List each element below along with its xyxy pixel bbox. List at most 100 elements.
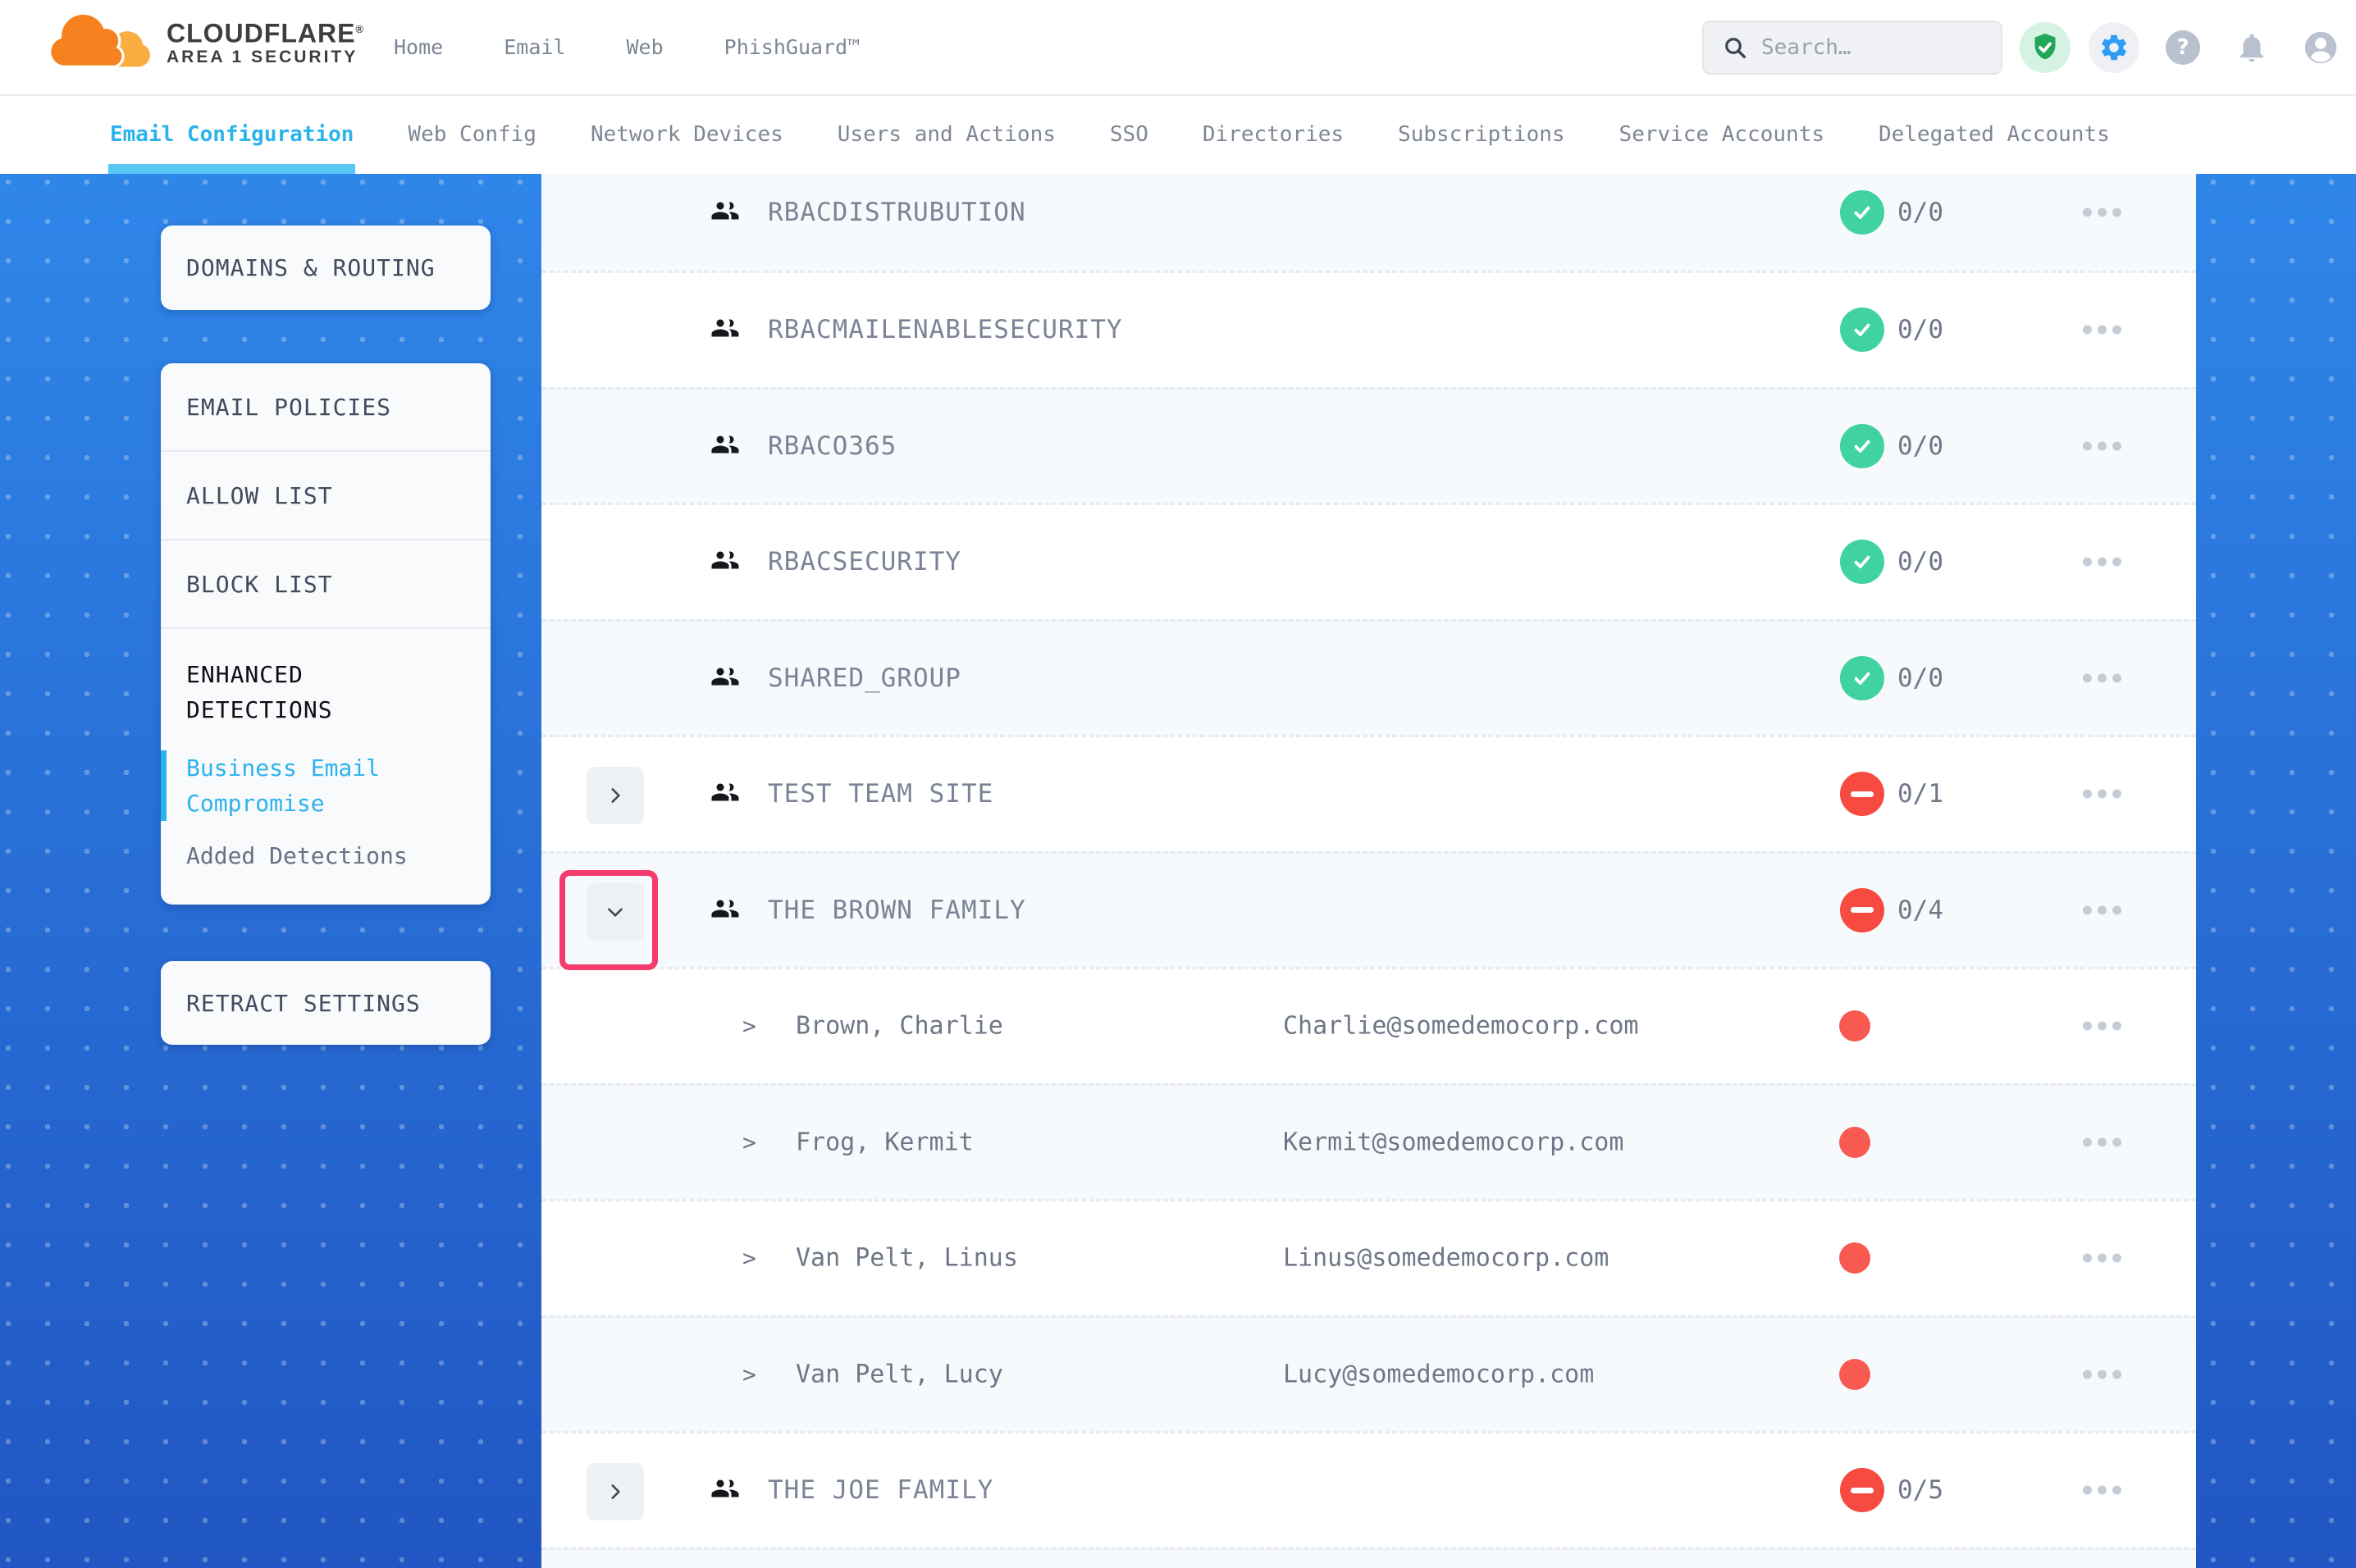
tab-directories[interactable]: Directories xyxy=(1203,94,1344,174)
row-actions-menu-button[interactable] xyxy=(2080,200,2125,226)
status-dot xyxy=(1839,1010,1870,1042)
search-box[interactable] xyxy=(1702,21,2002,75)
table-row: SHARED_GROUP 0/0 xyxy=(541,619,2196,736)
logo-wordmark: CLOUDFLARE xyxy=(167,18,355,48)
group-people-icon xyxy=(710,545,740,578)
sidebar-item-domains-routing[interactable]: DOMAINS & ROUTING xyxy=(161,226,491,310)
config-tabs: Email Configuration Web Config Network Dev… xyxy=(110,94,2110,174)
table-row: RBACDISTRUBUTION0/0 xyxy=(541,174,2196,271)
sidebar-label: ALLOW LIST xyxy=(186,482,333,509)
settings-gear-icon[interactable] xyxy=(2089,22,2139,73)
sidebar-policies-card: EMAIL POLICIES ALLOW LIST BLOCK LIST ENH… xyxy=(161,363,491,905)
primary-nav-item-web[interactable]: Web xyxy=(626,35,663,59)
status-check-badge xyxy=(1840,424,1884,468)
tab-network-devices[interactable]: Network Devices xyxy=(591,94,783,174)
config-tabs-bar: Email Configuration Web Config Network Dev… xyxy=(0,94,2356,174)
row-actions-menu-button[interactable] xyxy=(2080,897,2125,923)
table-row: RBACSECURITY 0/0 xyxy=(541,503,2196,619)
table-row: RBACO3650/0 xyxy=(541,387,2196,504)
app-window: CLOUDFLARE® AREA 1 SECURITY Home Email Web… xyxy=(0,0,2356,1568)
minus-icon xyxy=(1851,1488,1874,1493)
row-actions-menu-button[interactable] xyxy=(2080,782,2125,807)
member-count: 0/0 xyxy=(1897,547,1943,577)
search-icon xyxy=(1722,34,1748,61)
minus-icon xyxy=(1851,791,1874,797)
group-name: SHARED_GROUP xyxy=(768,663,961,693)
group-name: THE JOE FAMILY xyxy=(768,1475,993,1505)
member-count: 0/0 xyxy=(1897,315,1943,344)
sidebar-item-retract-settings[interactable]: RETRACT SETTINGS xyxy=(161,961,491,1045)
sidebar-item-business-email-compromise[interactable]: Business Email Compromise xyxy=(161,750,469,821)
member-count: 0/5 xyxy=(1897,1475,1943,1505)
group-name: RBACMAILENABLESECURITY xyxy=(768,315,1123,344)
sidebar-item-block-list[interactable]: BLOCK LIST xyxy=(161,540,491,629)
member-email: Lucy@somedemocorp.com xyxy=(1283,1360,1594,1388)
tab-delegated-accounts[interactable]: Delegated Accounts xyxy=(1879,94,2110,174)
status-minus-badge xyxy=(1840,772,1884,816)
logo-trademark: ® xyxy=(355,23,364,35)
primary-nav-item-phishguard[interactable]: PhishGuard™ xyxy=(724,35,861,59)
tab-sso[interactable]: SSO xyxy=(1110,94,1148,174)
group-people-icon xyxy=(710,777,740,807)
group-people-icon xyxy=(710,430,740,463)
expand-group-button[interactable] xyxy=(587,1463,644,1520)
group-name: RBACO365 xyxy=(768,431,897,461)
row-actions-menu-button[interactable] xyxy=(2080,317,2125,343)
enhanced-detections-section: ENHANCED DETECTIONS Business Email Compr… xyxy=(161,629,491,869)
row-actions-menu-button[interactable] xyxy=(2080,1246,2125,1271)
group-name: THE BROWN FAMILY xyxy=(768,896,1026,925)
primary-nav-item-home[interactable]: Home xyxy=(394,35,443,59)
group-people-icon xyxy=(710,196,740,226)
member-count: 0/4 xyxy=(1897,896,1943,925)
group-people-icon xyxy=(710,894,740,927)
row-actions-menu-button[interactable] xyxy=(2080,1361,2125,1387)
group-people-icon xyxy=(710,313,740,346)
row-actions-menu-button[interactable] xyxy=(2080,1014,2125,1039)
tab-users-and-actions[interactable]: Users and Actions xyxy=(838,94,1056,174)
status-dot xyxy=(1839,1242,1870,1274)
security-shield-icon[interactable] xyxy=(2020,22,2071,73)
notifications-bell-icon[interactable] xyxy=(2226,22,2277,73)
help-icon[interactable]: ? xyxy=(2157,22,2208,73)
primary-nav-item-email[interactable]: Email xyxy=(504,35,565,59)
member-count: 0/0 xyxy=(1897,663,1943,693)
row-actions-menu-button[interactable] xyxy=(2080,1478,2125,1503)
status-minus-badge xyxy=(1840,888,1884,932)
table-row: RBACMAILENABLESECURITY 0/0 xyxy=(541,271,2196,387)
row-actions-menu-button[interactable] xyxy=(2080,549,2125,575)
member-count: 0/0 xyxy=(1897,198,1943,227)
tab-subscriptions[interactable]: Subscriptions xyxy=(1398,94,1565,174)
header-icon-group: ? xyxy=(2020,0,2346,94)
sidebar-item-allow-list[interactable]: ALLOW LIST xyxy=(161,452,491,540)
tab-service-accounts[interactable]: Service Accounts xyxy=(1619,94,1824,174)
row-actions-menu-button[interactable] xyxy=(2080,1129,2125,1155)
member-chevron-icon: > xyxy=(742,1361,756,1388)
group-people-icon xyxy=(710,1474,740,1506)
sidebar-item-added-detections[interactable]: Added Detections xyxy=(186,842,469,869)
account-icon[interactable] xyxy=(2295,22,2346,73)
group-people-icon xyxy=(710,894,740,923)
row-actions-menu-button[interactable] xyxy=(2080,433,2125,458)
sidebar-item-enhanced-detections[interactable]: ENHANCED DETECTIONS xyxy=(186,657,432,727)
logo-text: CLOUDFLARE® AREA 1 SECURITY xyxy=(167,16,364,69)
search-input[interactable] xyxy=(1760,34,1968,61)
tab-web-config[interactable]: Web Config xyxy=(408,94,536,174)
status-check-badge xyxy=(1840,190,1884,235)
row-actions-menu-button[interactable] xyxy=(2080,665,2125,691)
member-name: Brown, Charlie xyxy=(796,1012,1003,1041)
sidebar-label: BLOCK LIST xyxy=(186,571,333,598)
tab-email-configuration[interactable]: Email Configuration xyxy=(110,94,354,174)
table-row: >Frog, KermitKermit@somedemocorp.com xyxy=(541,1083,2196,1200)
group-people-icon xyxy=(710,1474,740,1503)
group-people-icon xyxy=(710,430,740,459)
status-minus-badge xyxy=(1840,1468,1884,1512)
group-people-icon xyxy=(710,545,740,575)
table-row: THE BROWN FAMILY 0/4 xyxy=(541,851,2196,968)
member-name: Van Pelt, Lucy xyxy=(796,1360,1003,1388)
member-email: Kermit@somedemocorp.com xyxy=(1283,1128,1623,1156)
highlight-annotation-box xyxy=(559,870,658,970)
group-people-icon xyxy=(710,662,740,695)
expand-group-button[interactable] xyxy=(587,767,644,824)
group-name: RBACSECURITY xyxy=(768,547,961,577)
sidebar-item-email-policies[interactable]: EMAIL POLICIES xyxy=(161,363,491,452)
